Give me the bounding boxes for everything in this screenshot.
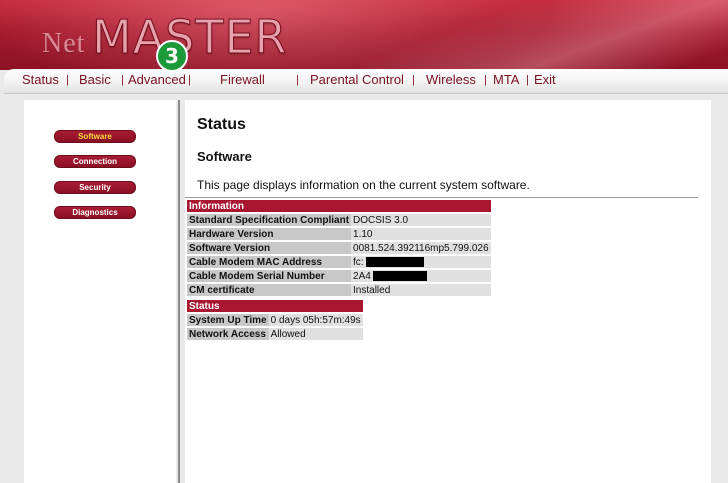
sidebar-item-connection[interactable]: Connection [54,155,136,168]
nav-separator: | [526,74,529,86]
row-label: Software Version [187,242,352,254]
status-header: Status [187,300,363,312]
nav-basic[interactable]: Basic [79,72,111,87]
table-row: CM certificate Installed [187,284,491,296]
nav-separator: | [188,74,191,86]
top-nav: Status | Basic | Advanced | Firewall | P… [4,69,728,94]
table-row: Software Version 0081.524.392116mp5.799.… [187,242,491,254]
row-label: Standard Specification Compliant [187,214,352,226]
main-panel: Status Software This page displays infor… [185,100,711,483]
nav-separator: | [296,74,299,86]
page-title: Status [197,116,246,133]
row-value: 0081.524.392116mp5.799.026 [351,242,491,254]
nav-parental-control[interactable]: Parental Control [310,72,404,87]
table-row: Cable Modem MAC Address fc: [187,256,491,268]
row-value: DOCSIS 3.0 [351,214,491,226]
status-table: Status System Up Time 0 days 05h:57m:49s… [187,298,363,342]
section-title: Software [197,149,252,164]
sidebar-item-security[interactable]: Security [54,181,136,194]
sidebar-item-diagnostics[interactable]: Diagnostics [54,206,136,219]
nav-exit[interactable]: Exit [534,72,556,87]
mac-address-prefix: fc: [353,256,364,268]
nav-firewall[interactable]: Firewall [220,72,265,87]
row-value-mac: fc: [351,256,491,268]
row-label: Cable Modem MAC Address [187,256,352,268]
table-row: Network Access Allowed [187,328,363,340]
row-value: Installed [351,284,491,296]
header-banner: Net MASTER [0,0,728,70]
right-gutter [711,100,728,483]
nav-separator: | [412,74,415,86]
row-label: Cable Modem Serial Number [187,270,352,282]
row-value: 1.10 [351,228,491,240]
row-label: Hardware Version [187,228,352,240]
table-row: Cable Modem Serial Number 2A4 [187,270,491,282]
nav-separator: | [484,74,487,86]
sidebar-item-software[interactable]: Software [54,130,136,143]
row-label: System Up Time [187,314,269,326]
sidebar-divider [178,100,180,483]
nav-wireless[interactable]: Wireless [426,72,476,87]
nav-separator: | [66,74,69,86]
nav-separator: | [121,74,124,86]
brand-name: MASTER [91,10,288,65]
redaction-bar [365,256,424,267]
step-number-badge: 3 [156,40,188,72]
table-row: Standard Specification Compliant DOCSIS … [187,214,491,226]
table-row: Hardware Version 1.10 [187,228,491,240]
row-value: Allowed [268,328,363,340]
brand-prefix: Net [42,28,86,59]
information-table: Information Standard Specification Compl… [187,198,491,298]
table-header-row: Information [187,200,491,212]
serial-number-prefix: 2A4 [353,270,371,282]
row-label: Network Access [187,328,269,340]
row-value-serial: 2A4 [351,270,491,282]
nav-advanced[interactable]: Advanced [128,72,186,87]
row-value: 0 days 05h:57m:49s [268,314,363,326]
nav-mta[interactable]: MTA [493,72,519,87]
page-description: This page displays information on the cu… [197,178,530,192]
sidebar: Software Connection Security Diagnostics [24,100,176,483]
row-label: CM certificate [187,284,352,296]
table-header-row: Status [187,300,363,312]
table-row: System Up Time 0 days 05h:57m:49s [187,314,363,326]
header-sheen [360,0,728,70]
redaction-bar [372,270,427,281]
information-header: Information [187,200,491,212]
nav-status[interactable]: Status [22,72,59,87]
